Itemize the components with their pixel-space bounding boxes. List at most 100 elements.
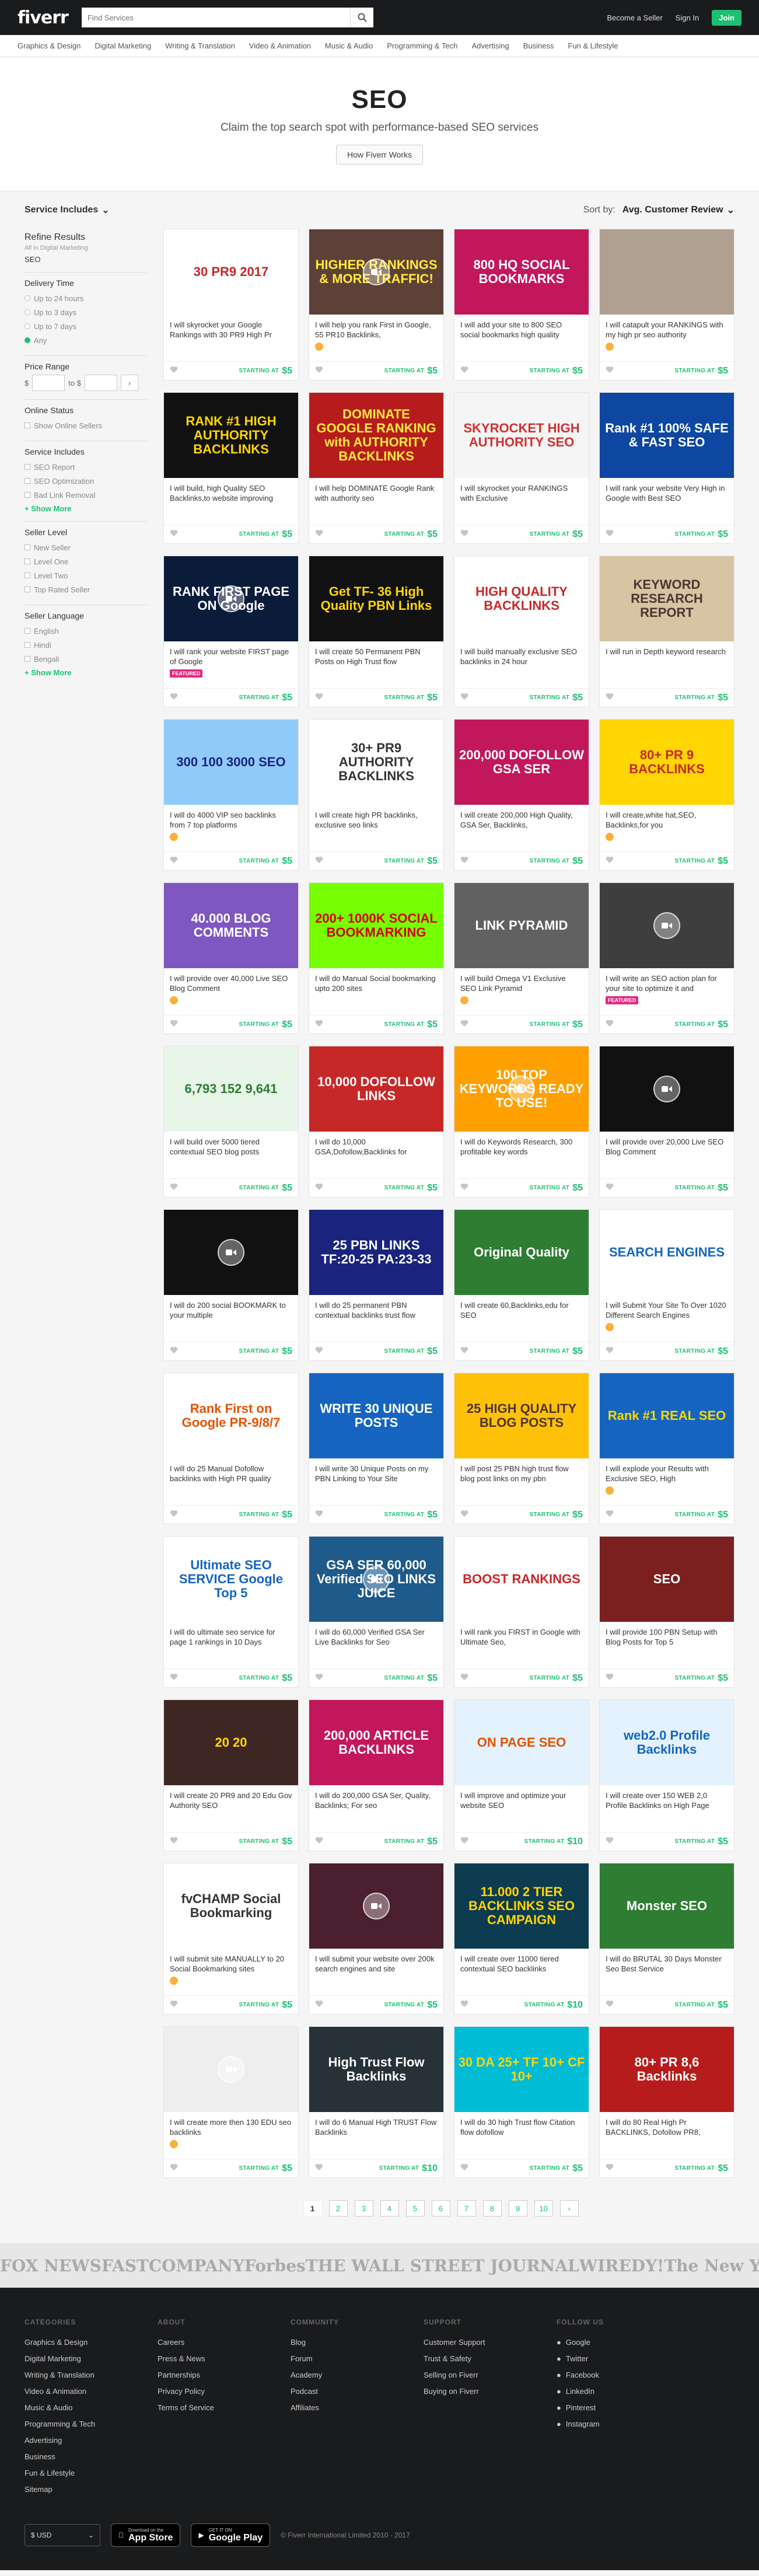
gig-card[interactable]: HIGHER RANKINGS & MORE TRAFFIC! I will he…	[309, 229, 444, 381]
gig-thumbnail[interactable]: SEARCH ENGINES	[600, 1210, 734, 1295]
gig-thumbnail[interactable]: 30 DA 25+ TF 10+ CF 10+	[454, 2027, 589, 2112]
gig-price[interactable]: $5	[572, 529, 583, 540]
footer-link[interactable]: Selling on Fiverr	[424, 2367, 557, 2383]
category-link[interactable]: Music & Audio	[325, 41, 373, 50]
checkbox[interactable]	[25, 656, 30, 662]
gig-price[interactable]: $5	[282, 693, 292, 703]
category-link[interactable]: Business	[523, 41, 554, 50]
how-fiverr-works-button[interactable]: How Fiverr Works	[336, 145, 423, 165]
gig-thumbnail[interactable]: 40.000 BLOG COMMENTS	[164, 883, 298, 968]
heart-icon[interactable]	[315, 693, 323, 703]
gig-thumbnail[interactable]: 80+ PR 8,6 Backlinks	[600, 2027, 734, 2112]
breadcrumb[interactable]: All in Digital Marketing	[25, 245, 147, 252]
page-link[interactable]: 6	[431, 2200, 450, 2217]
gig-card[interactable]: DOMINATE GOOGLE RANKING with AUTHORITY B…	[309, 392, 444, 544]
gig-title[interactable]: I will rank you FIRST in Google with Ult…	[454, 1622, 589, 1647]
gig-thumbnail[interactable]: 200,000 DOFOLLOW GSA SER	[454, 720, 589, 805]
radio-button[interactable]	[25, 323, 30, 329]
gig-title[interactable]: I will do ultimate seo service for page …	[164, 1622, 298, 1647]
gig-thumbnail[interactable]: Rank First on Google PR-9/8/7	[164, 1373, 298, 1458]
gig-card[interactable]: I will create more then 130 EDU seo back…	[163, 2026, 299, 2178]
checkbox[interactable]	[25, 423, 30, 428]
heart-icon[interactable]	[460, 2163, 468, 2174]
footer-link[interactable]: Graphics & Design	[25, 2334, 158, 2351]
gig-card[interactable]: 200+ 1000K SOCIAL BOOKMARKING I will do M…	[309, 882, 444, 1034]
gig-price[interactable]: $5	[427, 529, 438, 540]
gig-price[interactable]: $5	[572, 366, 583, 376]
gig-title[interactable]: I will do 4000 VIP seo backlinks from 7 …	[164, 805, 298, 830]
filter-option[interactable]: Up to 3 days	[25, 305, 147, 319]
page-link[interactable]: 5	[405, 2200, 425, 2217]
gig-thumbnail[interactable]	[309, 1863, 443, 1949]
gig-price[interactable]: $5	[572, 856, 583, 867]
footer-link[interactable]: Advertising	[25, 2432, 158, 2449]
gig-title[interactable]: I will do Manual Social bookmarking upto…	[309, 968, 443, 993]
video-play-icon[interactable]	[218, 585, 244, 612]
radio-button[interactable]	[25, 337, 30, 343]
show-more-link[interactable]: + Show More	[25, 504, 147, 513]
gig-price[interactable]: $5	[427, 1510, 438, 1520]
filter-option[interactable]: Up to 24 hours	[25, 291, 147, 305]
heart-icon[interactable]	[170, 856, 178, 867]
gig-price[interactable]: $5	[718, 1183, 728, 1193]
gig-card[interactable]: 10,000 DOFOLLOW LINKS I will do 10,000 GS…	[309, 1046, 444, 1198]
gig-thumbnail[interactable]: web2.0 Profile Backlinks	[600, 1700, 734, 1785]
gig-card[interactable]: Rank First on Google PR-9/8/7 I will do 2…	[163, 1373, 299, 1524]
heart-icon[interactable]	[460, 1673, 468, 1684]
heart-icon[interactable]	[315, 2000, 323, 2010]
video-play-icon[interactable]	[508, 1076, 535, 1102]
gig-price[interactable]: $5	[282, 2000, 292, 2010]
filter-option[interactable]: Level One	[25, 554, 147, 568]
heart-icon[interactable]	[606, 1837, 614, 1847]
gig-thumbnail[interactable]: LINK PYRAMID	[454, 883, 589, 968]
gig-card[interactable]: KEYWORD RESEARCH REPORT I will run in Dep…	[599, 556, 734, 707]
gig-title[interactable]: I will help you rank First in Google, 55…	[309, 315, 443, 340]
gig-title[interactable]: I will help DOMINATE Google Rank with au…	[309, 478, 443, 503]
filter-option[interactable]: Up to 7 days	[25, 319, 147, 333]
heart-icon[interactable]	[606, 2000, 614, 2010]
gig-thumbnail[interactable]: DOMINATE GOOGLE RANKING with AUTHORITY B…	[309, 393, 443, 478]
filter-option[interactable]: Any	[25, 333, 147, 347]
gig-card[interactable]: 200,000 ARTICLE BACKLINKS I will do 200,0…	[309, 1699, 444, 1851]
gig-price[interactable]: $10	[567, 2000, 583, 2010]
gig-price[interactable]: $5	[282, 1020, 292, 1030]
gig-price[interactable]: $5	[572, 1510, 583, 1520]
footer-link[interactable]: Forum	[291, 2351, 424, 2367]
gig-title[interactable]: I will create over 150 WEB 2,0 Profile B…	[600, 1785, 734, 1810]
filter-option[interactable]: SEO Report	[25, 460, 147, 474]
gig-price[interactable]: $5	[282, 366, 292, 376]
category-link[interactable]: Writing & Translation	[165, 41, 235, 50]
gig-card[interactable]: SEARCH ENGINES I will Submit Your Site To…	[599, 1209, 734, 1361]
gig-thumbnail[interactable]: 20 20	[164, 1700, 298, 1785]
heart-icon[interactable]	[170, 2163, 178, 2174]
gig-thumbnail[interactable]: Rank #1 REAL SEO	[600, 1373, 734, 1458]
gig-title[interactable]: I will create 60,Backlinks,edu for SEO	[454, 1295, 589, 1320]
gig-title[interactable]: I will do 30 high Trust flow Citation fl…	[454, 2112, 589, 2137]
gig-price[interactable]: $5	[282, 1673, 292, 1684]
heart-icon[interactable]	[315, 366, 323, 376]
heart-icon[interactable]	[315, 1510, 323, 1520]
gig-price[interactable]: $5	[718, 1346, 728, 1357]
footer-link[interactable]: Affiliates	[291, 2400, 424, 2416]
category-link[interactable]: Fun & Lifestyle	[568, 41, 618, 50]
heart-icon[interactable]	[606, 1510, 614, 1520]
gig-price[interactable]: $5	[427, 1837, 438, 1847]
gig-title[interactable]: I will provide 100 PBN Setup with Blog P…	[600, 1622, 734, 1647]
heart-icon[interactable]	[170, 2000, 178, 2010]
gig-card[interactable]: 200,000 DOFOLLOW GSA SER I will create 20…	[454, 719, 589, 871]
checkbox[interactable]	[25, 464, 30, 470]
footer-link[interactable]: Buying on Fiverr	[424, 2383, 557, 2400]
checkbox[interactable]	[25, 492, 30, 498]
video-play-icon[interactable]	[218, 2056, 244, 2083]
heart-icon[interactable]	[315, 1673, 323, 1684]
page-link[interactable]: 8	[482, 2200, 502, 2217]
footer-link[interactable]: Programming & Tech	[25, 2416, 158, 2432]
gig-card[interactable]: RANK #1 HIGH AUTHORITY BACKLINKS I will b…	[163, 392, 299, 544]
gig-thumbnail[interactable]	[600, 229, 734, 315]
gig-card[interactable]: SEO I will provide 100 PBN Setup with Blo…	[599, 1536, 734, 1688]
footer-link[interactable]: Digital Marketing	[25, 2351, 158, 2367]
video-play-icon[interactable]	[653, 1076, 680, 1102]
heart-icon[interactable]	[460, 2000, 468, 2010]
app-store-badge[interactable]: Download on theApp Store	[111, 2523, 181, 2547]
gig-card[interactable]: ON PAGE SEO I will improve and optimize y…	[454, 1699, 589, 1851]
